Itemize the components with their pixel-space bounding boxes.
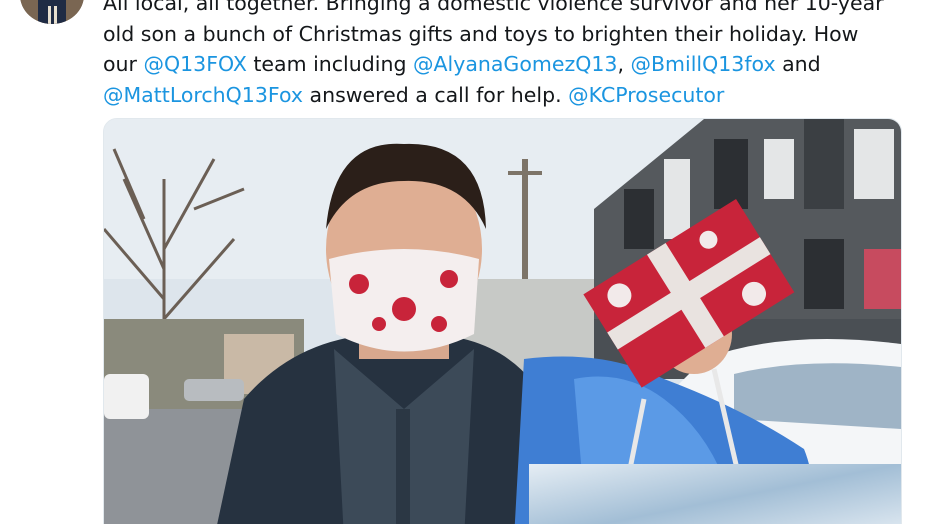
tweet-text-line: All local, all together. Bringing a dome… [103,0,903,19]
tweet-text-segment: and [775,52,821,76]
tweet-text-line: @MattLorchQ13Fox answered a call for hel… [103,80,903,111]
mention-link[interactable]: @MattLorchQ13Fox [103,83,303,107]
tweet-media-image[interactable] [103,118,902,524]
tweet-text-segment: answered a call for help. [303,82,569,107]
mention-link[interactable]: @BmillQ13fox [630,52,775,76]
tweet-text: All local, all together. Bringing a dome… [103,0,903,110]
tweet-text-line: old son a bunch of Christmas gifts and t… [103,19,903,50]
tweet-text-segment: old son a bunch of Christmas gifts and t… [103,21,859,46]
tweet-text-segment: All local, all together. Bringing a dome… [103,0,884,15]
tweet-text-line: our @Q13FOX team including @AlyanaGomezQ… [103,49,903,80]
tweet-text-segment: our [103,52,144,76]
media-scene [104,119,901,524]
mention-link[interactable]: @Q13FOX [143,52,246,76]
tweet-text-segment: team including [246,52,413,76]
user-avatar-icon[interactable] [20,0,84,24]
mention-link[interactable]: @AlyanaGomezQ13 [413,52,617,76]
tweet-text-segment: , [617,52,631,76]
avatar-graphic [20,0,84,24]
tweet: All local, all together. Bringing a dome… [0,0,932,524]
mention-link[interactable]: @KCProsecutor [568,83,724,107]
